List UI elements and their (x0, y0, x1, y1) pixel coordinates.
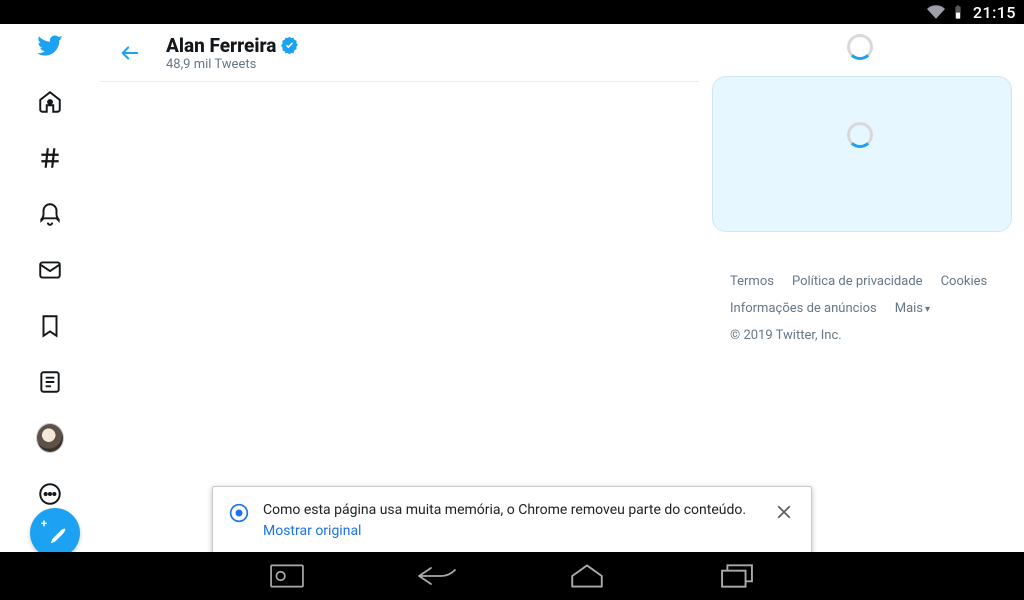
profile-header: Alan Ferreira 48,9 mil Tweets (100, 24, 699, 82)
left-sidebar: + (0, 24, 100, 552)
more-icon[interactable] (36, 480, 64, 508)
back-nav-button[interactable] (417, 562, 457, 590)
wifi-icon (927, 3, 945, 21)
compose-tweet-button[interactable]: + (30, 508, 80, 558)
android-nav-bar (0, 552, 1024, 600)
lists-icon[interactable] (36, 368, 64, 396)
messages-icon[interactable] (36, 256, 64, 284)
back-button[interactable] (112, 35, 148, 71)
profile-avatar[interactable] (36, 424, 64, 452)
footer-link-ads[interactable]: Informações de anúncios (730, 301, 877, 316)
footer-link-terms[interactable]: Termos (730, 274, 774, 289)
verified-badge-icon (280, 36, 298, 54)
notifications-icon[interactable] (36, 200, 64, 228)
bookmarks-icon[interactable] (36, 312, 64, 340)
chrome-memory-toast: Como esta página usa muita memória, o Ch… (212, 486, 812, 558)
tweet-count-subtitle: 48,9 mil Tweets (166, 57, 298, 72)
android-status-bar: 21:15 (0, 0, 1024, 24)
loading-spinner-icon (847, 122, 873, 148)
toast-show-original-link[interactable]: Mostrar original (263, 522, 761, 541)
profile-name: Alan Ferreira (166, 34, 276, 57)
home-icon[interactable] (36, 88, 64, 116)
loading-spinner-icon (847, 34, 873, 60)
toast-message: Como esta página usa muita memória, o Ch… (263, 502, 746, 518)
screenshot-button[interactable] (267, 562, 307, 590)
chevron-down-icon: ▾ (925, 304, 930, 315)
chrome-icon (229, 503, 249, 523)
footer-links: Termos Política de privacidade Cookies I… (730, 274, 1012, 343)
explore-icon[interactable] (36, 144, 64, 172)
twitter-logo-icon[interactable] (36, 32, 64, 60)
home-nav-button[interactable] (567, 562, 607, 590)
footer-link-cookies[interactable]: Cookies (941, 274, 988, 289)
recent-apps-button[interactable] (717, 562, 757, 590)
footer-link-more[interactable]: Mais▾ (895, 301, 930, 316)
sidebar-card-placeholder (712, 76, 1012, 232)
battery-icon (949, 3, 967, 21)
toast-close-button[interactable] (775, 503, 795, 523)
footer-link-privacy[interactable]: Política de privacidade (792, 274, 923, 289)
footer-copyright: © 2019 Twitter, Inc. (730, 328, 842, 343)
status-time: 21:15 (973, 3, 1016, 22)
twitter-app: + Alan Ferreira 48,9 mil Tweets Termos P… (0, 24, 1024, 552)
